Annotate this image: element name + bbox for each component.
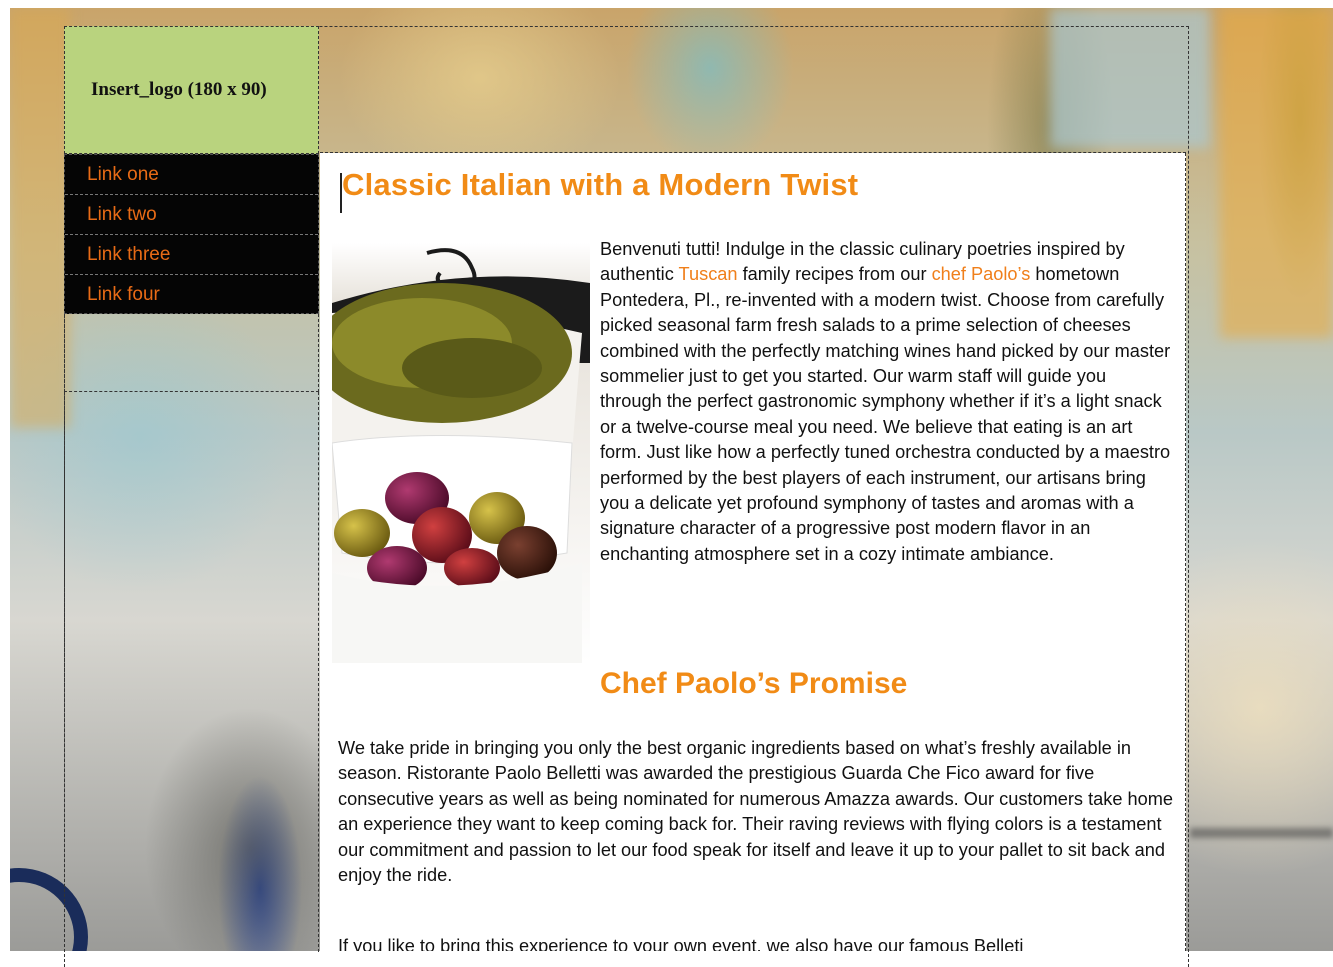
intro-text-3: hometown Pontedera, Pl., re-invented wit… xyxy=(600,264,1171,564)
main-content: Classic Italian with a Modern Twist Benv… xyxy=(320,153,1186,951)
sidebar-nav: Link one Link two Link three Link four xyxy=(64,154,319,314)
page-title: Classic Italian with a Modern Twist xyxy=(342,167,859,202)
chef-paolo-link[interactable]: chef Paolo’s xyxy=(932,264,1031,284)
nav-link-one[interactable]: Link one xyxy=(65,155,318,195)
intro-text-2: family recipes from our xyxy=(737,264,932,285)
logo-text: Insert_logo (180 x 90) xyxy=(91,79,267,100)
sidebar-column xyxy=(64,392,319,952)
nav-link-four[interactable]: Link four xyxy=(65,275,318,313)
nav-link-three[interactable]: Link three xyxy=(65,235,318,275)
food-photo xyxy=(332,243,590,663)
section-heading-promise: Chef Paolo’s Promise xyxy=(600,667,908,700)
background-wall-left xyxy=(10,8,70,428)
event-paragraph: If you like to bring this experience to … xyxy=(338,936,1024,951)
background-wall xyxy=(1220,8,1333,338)
tuscan-link[interactable]: Tuscan xyxy=(679,264,738,284)
intro-paragraph: Benvenuti tutti! Indulge in the classic … xyxy=(600,237,1172,567)
sidebar-content-box xyxy=(64,314,319,392)
logo-placeholder: Insert_logo (180 x 90) xyxy=(64,26,319,154)
nav-link-two[interactable]: Link two xyxy=(65,195,318,235)
promise-paragraph: We take pride in bringing you only the b… xyxy=(338,738,1173,886)
background-shelf xyxy=(1190,828,1333,838)
